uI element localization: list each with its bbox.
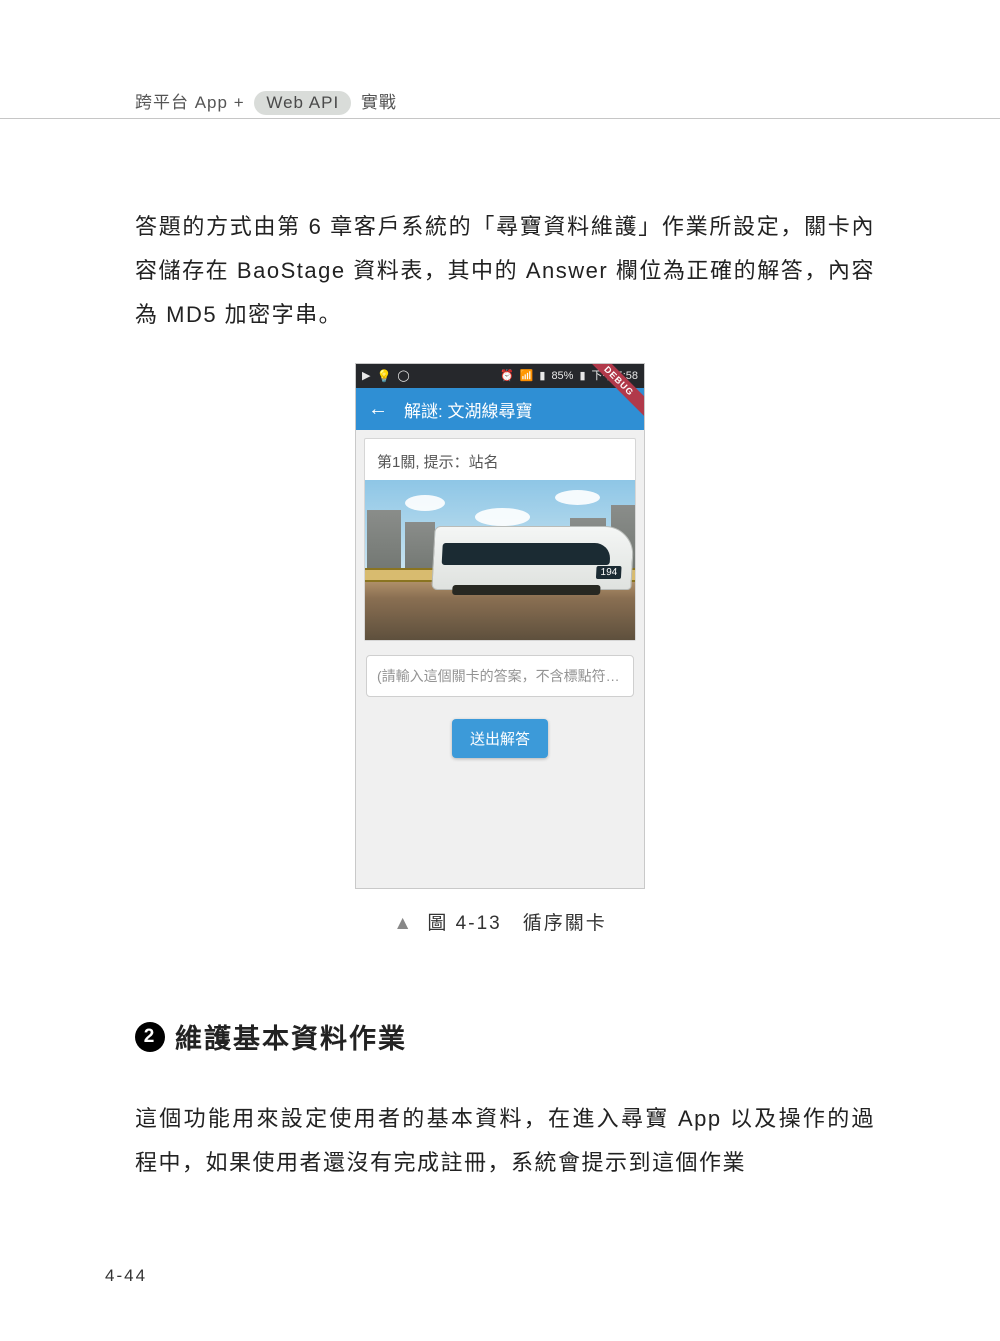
submit-button[interactable]: 送出解答 — [452, 719, 548, 758]
circle-icon: ◯ — [397, 371, 409, 382]
bulb-icon: 💡 — [376, 370, 391, 382]
statusbar-right: ⏰ 📶 ▮ 85% ▮ 下午 5:58 — [500, 371, 638, 382]
youtube-icon: ▶ — [362, 371, 370, 382]
alarm-icon: ⏰ — [500, 371, 514, 382]
clock-text: 下午 5:58 — [592, 371, 638, 382]
head-rule — [0, 118, 1000, 119]
head-suffix: 實戰 — [361, 93, 397, 112]
status-bar: ▶ 💡 ◯ ⏰ 📶 ▮ 85% ▮ 下午 5:58 — [356, 364, 644, 388]
section-2-title: 維護基本資料作業 — [175, 1017, 407, 1056]
answer-input[interactable]: (請輸入這個關卡的答案，不含標點符… — [366, 655, 634, 697]
page-number: 4-44 — [105, 1266, 147, 1286]
caption-marker-icon: ▲ — [393, 913, 414, 934]
stage-title: 第1關, 提示：站名 — [365, 439, 635, 480]
phone-mockup: ▶ 💡 ◯ ⏰ 📶 ▮ 85% ▮ 下午 5:58 ← 解謎: 文湖線尋寶 第1… — [355, 363, 645, 889]
app-bar: ← 解謎: 文湖線尋寶 — [356, 388, 644, 430]
train-number: 194 — [596, 566, 621, 579]
battery-icon: ▮ — [579, 371, 585, 382]
figure-caption: ▲ 圖 4-13 循序關卡 — [0, 908, 1000, 935]
head-prefix: 跨平台 App + — [135, 93, 245, 112]
battery-text: 85% — [551, 371, 573, 382]
running-head: 跨平台 App + Web API 實戰 — [135, 88, 1000, 115]
section-2-heading: 2 維護基本資料作業 — [135, 1017, 407, 1056]
section-number-badge: 2 — [135, 1022, 165, 1052]
wifi-icon: 📶 — [520, 371, 534, 382]
train-illustration: 194 — [431, 526, 634, 590]
stage-card: 第1關, 提示：站名 194 — [364, 438, 636, 641]
paragraph-1: 答題的方式由第 6 章客戶系統的「尋寶資料維護」作業所設定，關卡內容儲存在 Ba… — [135, 205, 875, 337]
stage-photo: 194 — [365, 480, 635, 640]
statusbar-left: ▶ 💡 ◯ — [362, 370, 410, 382]
signal-icon: ▮ — [539, 371, 545, 382]
answer-placeholder: (請輸入這個關卡的答案，不含標點符… — [377, 666, 620, 686]
head-badge: Web API — [254, 91, 351, 115]
caption-text: 圖 4-13 循序關卡 — [427, 913, 606, 934]
paragraph-2: 這個功能用來設定使用者的基本資料，在進入尋寶 App 以及操作的過程中，如果使用… — [135, 1097, 875, 1185]
appbar-title: 解謎: 文湖線尋寶 — [404, 397, 532, 422]
back-icon[interactable]: ← — [368, 398, 388, 421]
